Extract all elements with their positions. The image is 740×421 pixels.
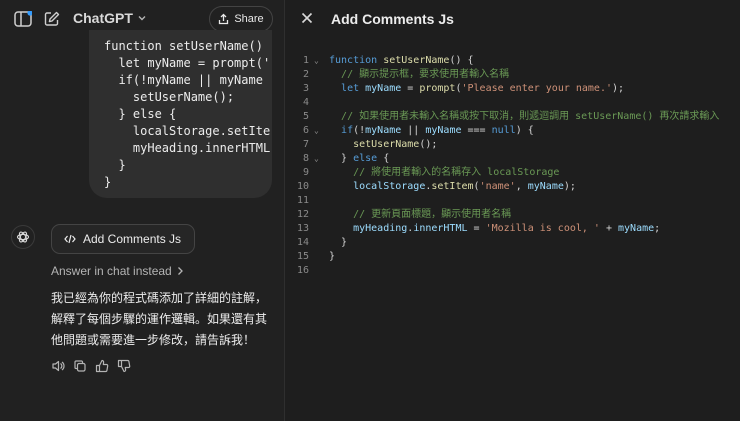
read-aloud-icon[interactable] (51, 359, 65, 373)
answer-in-chat-label: Answer in chat instead (51, 264, 172, 278)
chevron-down-icon (138, 16, 146, 21)
new-chat-icon[interactable] (41, 9, 63, 29)
code-line: 16 (296, 265, 309, 276)
code-line: 3 let myName = prompt('Please enter your… (302, 83, 625, 94)
open-canvas-button[interactable]: Add Comments Js (51, 224, 195, 254)
code-line: 4 (302, 97, 309, 108)
fold-chevron-icon[interactable]: ⌄ (314, 54, 323, 68)
user-message-bubble: function setUserName() let myName = prom… (89, 30, 272, 198)
share-icon (219, 13, 229, 25)
share-button[interactable]: Share (209, 6, 273, 32)
openai-logo-icon (11, 225, 35, 249)
user-code-snippet: function setUserName() let myName = prom… (104, 39, 271, 189)
code-line: 15} (296, 251, 336, 262)
code-editor[interactable]: 1 ⌄ function setUserName() { 2 // 顯示提示框，要求… (285, 54, 740, 278)
sidebar-toggle-icon[interactable] (12, 9, 34, 29)
code-line: 12 // 更新頁面標題，顯示使用者名稱 (296, 209, 512, 220)
code-line: 1 ⌄ function setUserName() { (302, 54, 474, 68)
code-line: 10 localStorage.setItem('name', myName); (296, 181, 576, 192)
canvas-header: Add Comments Js (285, 0, 740, 38)
share-label: Share (234, 13, 264, 25)
code-line: 13 myHeading.innerHTML = 'Mozilla is coo… (296, 223, 661, 234)
code-line: 7 setUserName(); (302, 139, 438, 150)
chat-pane: ChatGPT Share function setUserName() let… (0, 0, 285, 421)
canvas-chip-label: Add Comments Js (83, 232, 182, 246)
thumbs-up-icon[interactable] (95, 359, 109, 373)
canvas-title: Add Comments Js (331, 11, 454, 27)
code-line: 6 ⌄ if(!myName || myName === null) { (302, 124, 534, 138)
code-line: 2 // 顯示提示框，要求使用者輸入名稱 (302, 69, 510, 80)
model-label: ChatGPT (73, 10, 133, 26)
copy-icon[interactable] (73, 359, 87, 373)
canvas-pane: Add Comments Js 1 ⌄ function setUserName()… (285, 0, 740, 421)
code-line: 9 // 將使用者輸入的名稱存入 localStorage (302, 167, 560, 178)
code-icon (64, 234, 76, 244)
close-icon[interactable] (299, 10, 315, 26)
thumbs-down-icon[interactable] (117, 359, 131, 373)
answer-in-chat-link[interactable]: Answer in chat instead (51, 264, 184, 278)
fold-chevron-icon[interactable]: ⌄ (314, 152, 323, 166)
code-line: 5 // 如果使用者未輸入名稱或按下取消，則遞迴調用 setUserName()… (302, 111, 720, 122)
chevron-right-icon (177, 267, 183, 275)
model-selector[interactable]: ChatGPT (73, 10, 147, 26)
code-line: 11 (296, 195, 309, 206)
code-line: 14 } (296, 237, 348, 248)
code-line: 8 ⌄ } else { (302, 152, 390, 166)
message-actions (51, 359, 131, 373)
assistant-reply-text: 我已經為你的程式碼添加了詳細的註解，解釋了每個步驟的運作邏輯。如果還有其他問題或… (51, 291, 268, 347)
fold-chevron-icon[interactable]: ⌄ (314, 124, 323, 138)
